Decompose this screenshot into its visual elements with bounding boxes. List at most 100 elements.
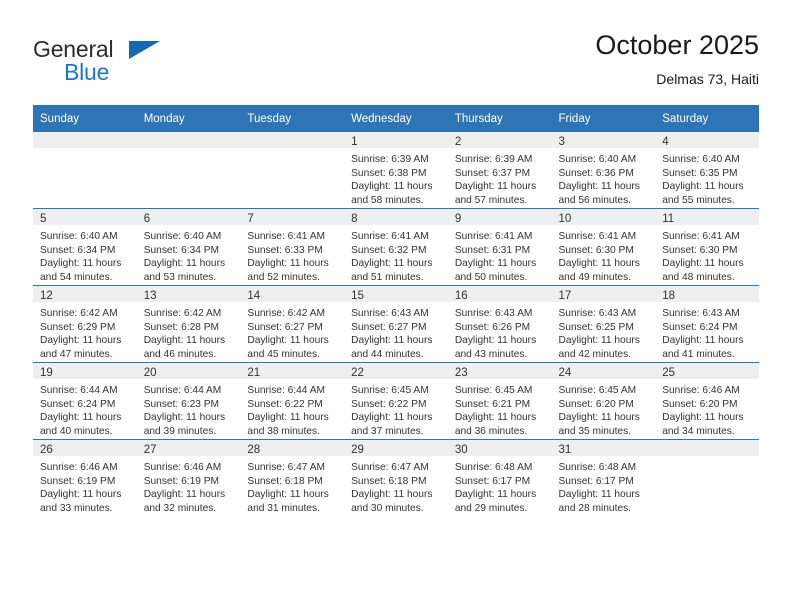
calendar-day-cell[interactable]: 11 Sunrise: 6:41 AM Sunset: 6:30 PM Dayligh… (655, 208, 759, 286)
day-number: 20 (136, 363, 241, 379)
day-number: 26 (33, 440, 137, 456)
sunrise-text: Sunrise: 6:44 AM (40, 385, 118, 396)
sunset-text: Sunset: 6:21 PM (454, 398, 531, 410)
calendar-day-cell[interactable]: 8 Sunrise: 6:41 AM Sunset: 6:32 PM Daylight… (344, 208, 448, 286)
sunset-text: Sunset: 6:30 PM (558, 244, 634, 256)
daylight-text-line1: Daylight: 11 hours (247, 335, 329, 347)
calendar-day-cell[interactable]: 1 Sunrise: 6:39 AM Sunset: 6:38 PM Daylight… (344, 132, 448, 209)
day-number: 29 (344, 440, 448, 456)
calendar-day-cell[interactable]: 25 Sunrise: 6:46 AM Sunset: 6:20 PM Dayligh… (655, 362, 759, 440)
calendar-day-cell[interactable]: 19 Sunrise: 6:44 AM Sunset: 6:24 PM Dayligh… (33, 362, 137, 440)
daylight-text-line2: and 48 minutes. (662, 271, 735, 283)
daylight-text-line1: Daylight: 11 hours (40, 489, 122, 501)
calendar-day-cell[interactable]: 4 Sunrise: 6:40 AM Sunset: 6:35 PM Daylight… (655, 132, 759, 209)
daylight-text-line1: Daylight: 11 hours (247, 412, 329, 424)
day-details: Sunrise: 6:43 AM Sunset: 6:25 PM Daylight:… (552, 302, 656, 361)
weekday-header-wednesday: Wednesday (344, 105, 448, 132)
sunset-text: Sunset: 6:35 PM (662, 167, 738, 179)
day-number: 6 (136, 209, 241, 225)
day-details: Sunrise: 6:41 AM Sunset: 6:30 PM Daylight:… (552, 225, 656, 284)
calendar-day-cell[interactable]: 6 Sunrise: 6:40 AM Sunset: 6:34 PM Daylight… (136, 208, 241, 286)
sunrise-text: Sunrise: 6:40 AM (143, 231, 222, 242)
calendar-day-cell[interactable]: 10 Sunrise: 6:41 AM Sunset: 6:30 PM Dayligh… (551, 208, 656, 286)
calendar-week-row: 12 Sunrise: 6:42 AM Sunset: 6:29 PM Dayligh… (33, 285, 759, 363)
calendar-empty-cell (655, 439, 759, 516)
daylight-text-line2: and 34 minutes. (662, 425, 735, 437)
daylight-text-line1: Daylight: 11 hours (662, 258, 744, 270)
daylight-text-line2: and 54 minutes. (40, 271, 113, 283)
calendar-day-cell[interactable]: 23 Sunrise: 6:45 AM Sunset: 6:21 PM Dayligh… (447, 362, 552, 440)
calendar-day-cell[interactable]: 20 Sunrise: 6:44 AM Sunset: 6:23 PM Dayligh… (136, 362, 241, 440)
day-number: 24 (551, 363, 656, 379)
day-details: Sunrise: 6:42 AM Sunset: 6:27 PM Daylight:… (240, 302, 344, 361)
day-number (136, 132, 241, 148)
day-number: 1 (344, 132, 448, 148)
daylight-text-line1: Daylight: 11 hours (662, 335, 744, 347)
calendar-day-cell[interactable]: 18 Sunrise: 6:43 AM Sunset: 6:24 PM Dayligh… (655, 285, 759, 363)
sunset-text: Sunset: 6:25 PM (558, 321, 634, 333)
day-details: Sunrise: 6:39 AM Sunset: 6:38 PM Daylight:… (344, 148, 448, 207)
calendar-day-cell[interactable]: 24 Sunrise: 6:45 AM Sunset: 6:20 PM Dayligh… (551, 362, 656, 440)
calendar-day-cell[interactable]: 22 Sunrise: 6:45 AM Sunset: 6:22 PM Dayligh… (344, 362, 448, 440)
daylight-text-line2: and 57 minutes. (454, 194, 528, 206)
calendar-day-cell[interactable]: 13 Sunrise: 6:42 AM Sunset: 6:28 PM Dayligh… (136, 285, 241, 363)
day-number: 10 (551, 209, 656, 225)
daylight-text-line2: and 37 minutes. (351, 425, 424, 437)
sunrise-text: Sunrise: 6:41 AM (662, 231, 740, 242)
calendar-day-cell[interactable]: 30 Sunrise: 6:48 AM Sunset: 6:17 PM Dayligh… (447, 439, 552, 516)
calendar-day-cell[interactable]: 5 Sunrise: 6:40 AM Sunset: 6:34 PM Daylight… (33, 208, 137, 286)
calendar-day-cell[interactable]: 29 Sunrise: 6:47 AM Sunset: 6:18 PM Dayligh… (344, 439, 448, 516)
day-number: 11 (655, 209, 759, 225)
calendar-header-row: Sunday Monday Tuesday Wednesday Thursday… (33, 105, 759, 132)
day-details: Sunrise: 6:43 AM Sunset: 6:26 PM Daylight:… (448, 302, 552, 361)
calendar-day-cell[interactable]: 16 Sunrise: 6:43 AM Sunset: 6:26 PM Dayligh… (447, 285, 552, 363)
daylight-text-line2: and 52 minutes. (247, 271, 320, 283)
daylight-text-line2: and 29 minutes. (454, 502, 528, 514)
sunrise-text: Sunrise: 6:41 AM (558, 231, 637, 242)
day-details: Sunrise: 6:41 AM Sunset: 6:33 PM Daylight:… (240, 225, 344, 284)
calendar-day-cell[interactable]: 9 Sunrise: 6:41 AM Sunset: 6:31 PM Daylight… (447, 208, 552, 286)
sunset-text: Sunset: 6:23 PM (143, 398, 220, 410)
calendar-day-cell[interactable]: 21 Sunrise: 6:44 AM Sunset: 6:22 PM Dayligh… (240, 362, 345, 440)
day-number: 21 (240, 363, 345, 379)
daylight-text-line1: Daylight: 11 hours (143, 489, 226, 501)
day-details: Sunrise: 6:47 AM Sunset: 6:18 PM Daylight:… (240, 456, 344, 515)
calendar-day-cell[interactable]: 26 Sunrise: 6:46 AM Sunset: 6:19 PM Dayligh… (33, 439, 137, 516)
day-number: 16 (447, 286, 552, 302)
daylight-text-line2: and 38 minutes. (247, 425, 320, 437)
day-number: 5 (33, 209, 137, 225)
daylight-text-line2: and 35 minutes. (558, 425, 632, 437)
calendar-day-cell[interactable]: 14 Sunrise: 6:42 AM Sunset: 6:27 PM Dayligh… (240, 285, 345, 363)
day-number: 15 (344, 286, 448, 302)
calendar-day-cell[interactable]: 27 Sunrise: 6:46 AM Sunset: 6:19 PM Dayligh… (136, 439, 241, 516)
sunset-text: Sunset: 6:18 PM (351, 475, 427, 487)
calendar-day-cell[interactable]: 28 Sunrise: 6:47 AM Sunset: 6:18 PM Dayligh… (240, 439, 345, 516)
sunrise-text: Sunrise: 6:48 AM (558, 462, 637, 473)
day-details: Sunrise: 6:40 AM Sunset: 6:35 PM Daylight:… (655, 148, 759, 207)
calendar-day-cell[interactable]: 7 Sunrise: 6:41 AM Sunset: 6:33 PM Daylight… (240, 208, 345, 286)
day-number: 4 (655, 132, 759, 148)
day-details: Sunrise: 6:45 AM Sunset: 6:20 PM Daylight:… (552, 379, 656, 438)
calendar-day-cell[interactable]: 12 Sunrise: 6:42 AM Sunset: 6:29 PM Dayligh… (33, 285, 137, 363)
calendar-day-cell[interactable]: 2 Sunrise: 6:39 AM Sunset: 6:37 PM Daylight… (447, 132, 552, 209)
daylight-text-line1: Daylight: 11 hours (143, 412, 226, 424)
general-blue-logo[interactable]: General Blue (33, 36, 193, 92)
sunset-text: Sunset: 6:19 PM (40, 475, 116, 487)
sunrise-text: Sunrise: 6:43 AM (662, 308, 740, 319)
daylight-text-line1: Daylight: 11 hours (558, 489, 640, 501)
daylight-text-line2: and 58 minutes. (351, 194, 424, 206)
calendar-day-cell[interactable]: 3 Sunrise: 6:40 AM Sunset: 6:36 PM Daylight… (551, 132, 656, 209)
sunset-text: Sunset: 6:24 PM (662, 321, 738, 333)
daylight-text-line1: Daylight: 11 hours (351, 258, 433, 270)
sunrise-text: Sunrise: 6:42 AM (40, 308, 118, 319)
day-number: 22 (344, 363, 448, 379)
sunset-text: Sunset: 6:20 PM (662, 398, 738, 410)
sunset-text: Sunset: 6:18 PM (247, 475, 323, 487)
calendar-day-cell[interactable]: 31 Sunrise: 6:48 AM Sunset: 6:17 PM Dayligh… (551, 439, 656, 516)
sunrise-text: Sunrise: 6:48 AM (454, 462, 533, 473)
calendar-day-cell[interactable]: 17 Sunrise: 6:43 AM Sunset: 6:25 PM Dayligh… (551, 285, 656, 363)
sunset-text: Sunset: 6:17 PM (558, 475, 634, 487)
sunrise-text: Sunrise: 6:45 AM (454, 385, 533, 396)
calendar-day-cell[interactable]: 15 Sunrise: 6:43 AM Sunset: 6:27 PM Dayligh… (344, 285, 448, 363)
page-subtitle: Delmas 73, Haiti (656, 71, 759, 87)
